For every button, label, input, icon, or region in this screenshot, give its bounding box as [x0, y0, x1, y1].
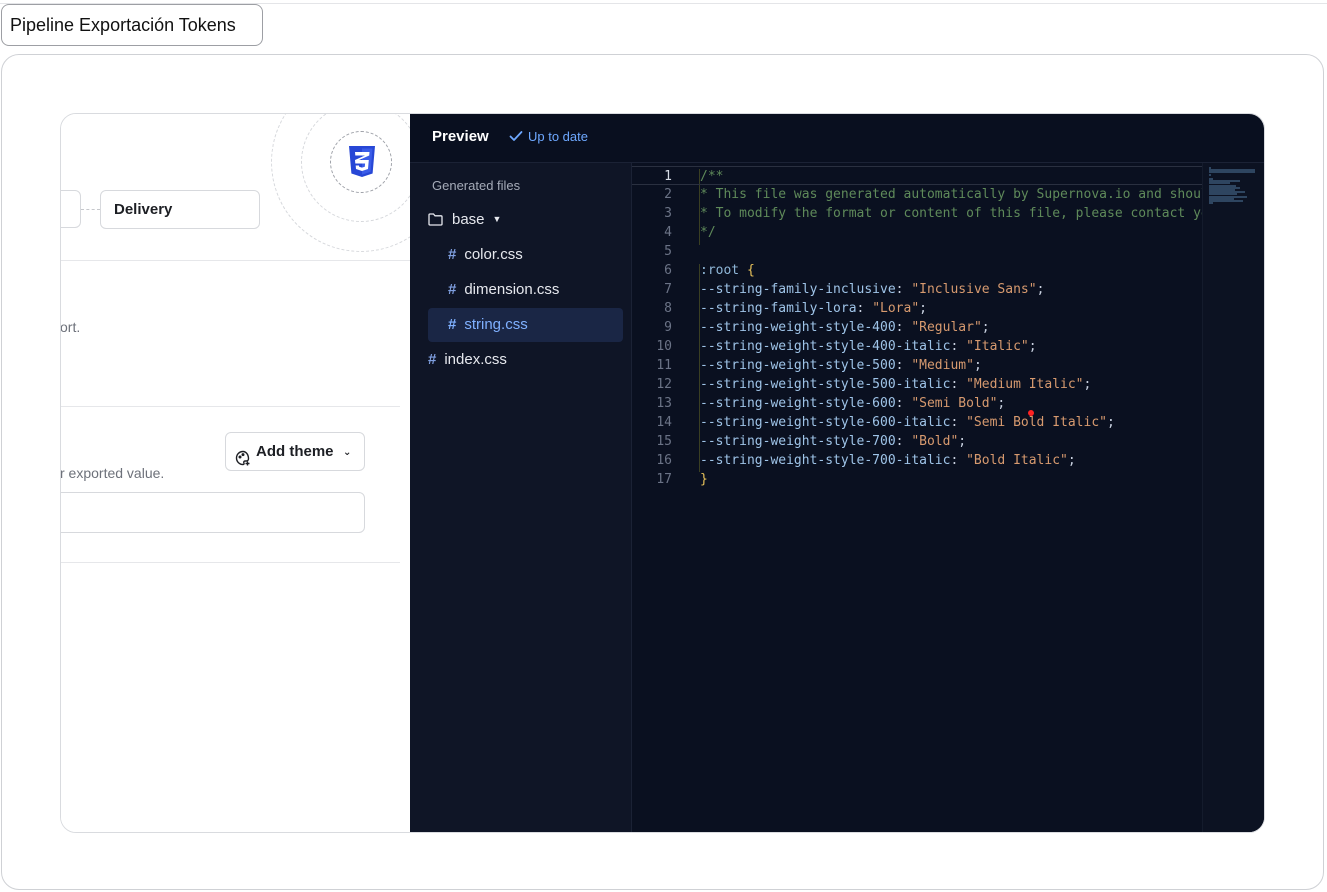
code-text: * To modify the format or content of thi… [700, 206, 1209, 221]
file-item[interactable]: # index.css [428, 343, 622, 377]
code-line: 7 --string-family-inclusive: "Inclusive … [632, 280, 1264, 299]
code-line: 10 --string-weight-style-400-italic: "It… [632, 337, 1264, 356]
minimap-line [1209, 173, 1211, 176]
node-connector [81, 209, 100, 210]
add-theme-label: Add theme [256, 443, 334, 460]
description-text: ort. [60, 319, 81, 335]
add-theme-button[interactable]: Add theme ⌄ [225, 432, 365, 471]
code-editor[interactable]: 1/** 2 * This file was generated automati… [632, 163, 1264, 832]
code-text: /** [700, 169, 724, 184]
hash-icon: # [448, 246, 457, 263]
line-number: 15 [656, 434, 672, 449]
file-item[interactable]: # color.css [428, 238, 622, 272]
code-text: --string-weight-style-400-italic: "Itali… [700, 339, 1037, 354]
code-line: 13 --string-weight-style-600: "Semi Bold… [632, 394, 1264, 413]
code-text: --string-weight-style-700-italic: "Bold … [700, 453, 1076, 468]
line-number: 11 [656, 358, 672, 373]
palette-plus-icon [235, 443, 251, 480]
preview-panel: Preview Up to date Generated files base ▼… [410, 114, 1264, 832]
pipeline-preview-frame: Delivery ort. r exported value. Add them… [60, 113, 1265, 833]
line-number: 14 [656, 415, 672, 430]
code-line: 16 --string-weight-style-700-italic: "Bo… [632, 451, 1264, 470]
hash-icon: # [448, 281, 457, 298]
divider [61, 260, 410, 261]
code-text: --string-weight-style-600: "Semi Bold"; [700, 396, 1006, 411]
code-line: 12 --string-weight-style-500-italic: "Me… [632, 375, 1264, 394]
code-text: --string-family-inclusive: "Inclusive Sa… [700, 282, 1045, 297]
minimap-line [1209, 200, 1243, 202]
line-number: 16 [656, 453, 672, 468]
folder-icon [428, 205, 443, 239]
line-number: 3 [664, 206, 672, 221]
hash-icon: # [448, 316, 457, 333]
code-text: :root { [700, 263, 755, 278]
preview-title: Preview [432, 128, 489, 145]
file-label: index.css [444, 351, 507, 368]
line-number: 5 [664, 244, 672, 259]
file-tree: Generated files base ▼ # color.css # dimens… [410, 163, 632, 832]
code-line: 14 --string-weight-style-600-italic: "Se… [632, 413, 1264, 432]
code-line: 6 :root { [632, 261, 1264, 280]
line-number: 17 [656, 472, 672, 487]
chevron-down-icon: ⌄ [343, 447, 352, 458]
preview-header: Preview Up to date [410, 114, 1264, 163]
status-text: Up to date [528, 129, 588, 144]
code-line: 1 /** [632, 166, 1264, 185]
code-text: } [700, 472, 708, 487]
code-minimap[interactable] [1202, 163, 1264, 832]
code-line: 8 --string-family-lora: "Lora"; [632, 299, 1264, 318]
delivery-node[interactable]: Delivery [100, 190, 260, 229]
line-number: 8 [664, 301, 672, 316]
file-item-selected[interactable]: # string.css [428, 308, 623, 342]
caret-down-icon: ▼ [492, 214, 502, 224]
code-text: */ [700, 225, 716, 240]
line-number: 2 [664, 187, 672, 202]
line-number: 13 [656, 396, 672, 411]
file-label: color.css [464, 246, 523, 263]
code-text: * This file was generated automatically … [700, 187, 1209, 202]
line-number: 6 [664, 263, 672, 278]
line-number: 9 [664, 320, 672, 335]
code-line: 2 * This file was generated automaticall… [632, 185, 1264, 204]
code-line: 17} [632, 470, 1264, 489]
previous-node[interactable] [61, 190, 81, 228]
minimap-line [1209, 171, 1255, 174]
folder-base[interactable]: base ▼ [428, 203, 608, 237]
line-number: 4 [664, 225, 672, 240]
code-text: --string-weight-style-400: "Regular"; [700, 320, 990, 335]
divider [61, 406, 400, 407]
code-line: 4 */ [632, 223, 1264, 242]
code-line: 11 --string-weight-style-500: "Medium"; [632, 356, 1264, 375]
css3-icon [330, 131, 392, 193]
line-number: 1 [664, 169, 672, 184]
file-item[interactable]: # dimension.css [428, 273, 622, 307]
code-line: 9 --string-weight-style-400: "Regular"; [632, 318, 1264, 337]
minimap-line [1209, 202, 1213, 205]
code-line: 3 * To modify the format or content of t… [632, 204, 1264, 223]
theme-hint-text: r exported value. [60, 465, 165, 481]
code-text: --string-weight-style-600-italic: "Semi … [700, 415, 1115, 430]
cursor-indicator [1028, 410, 1034, 416]
code-text: --string-weight-style-700: "Bold"; [700, 434, 967, 449]
code-line: 5 [632, 242, 1264, 261]
code-line: 15 --string-weight-style-700: "Bold"; [632, 432, 1264, 451]
code-text: --string-weight-style-500: "Medium"; [700, 358, 982, 373]
check-icon [509, 130, 523, 145]
file-label: string.css [464, 316, 528, 333]
divider [61, 562, 400, 563]
theme-input[interactable] [61, 492, 365, 533]
pipeline-panel: Delivery ort. r exported value. Add them… [60, 114, 451, 832]
page-title: Pipeline Exportación Tokens [1, 4, 263, 46]
line-number: 12 [656, 377, 672, 392]
folder-label: base [452, 211, 485, 228]
line-number: 7 [664, 282, 672, 297]
file-label: dimension.css [464, 281, 560, 298]
code-text: --string-weight-style-500-italic: "Mediu… [700, 377, 1092, 392]
code-text: --string-family-lora: "Lora"; [700, 301, 927, 316]
files-label: Generated files [432, 178, 521, 193]
hash-icon: # [428, 351, 437, 368]
line-number: 10 [656, 339, 672, 354]
